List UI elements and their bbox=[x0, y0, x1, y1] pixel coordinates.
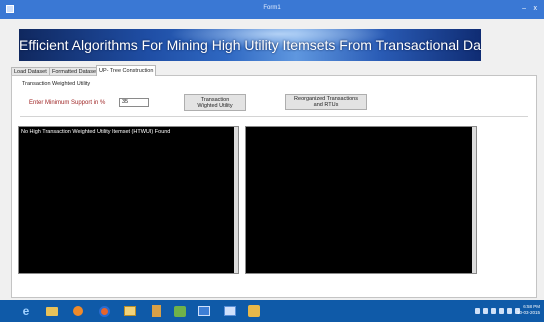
app-icon[interactable] bbox=[246, 303, 262, 319]
tab-up-tree-construction[interactable]: UP- Tree Construction bbox=[96, 65, 157, 76]
tab-formatted-dataset[interactable]: Formatted Dataset bbox=[49, 67, 101, 75]
left-output-text: No High Transaction Weighted Utility Ite… bbox=[21, 129, 171, 135]
min-support-input[interactable]: 35 bbox=[119, 98, 149, 107]
transaction-weighted-utility-button[interactable]: Transaction Wighted Utility bbox=[184, 94, 246, 111]
app-icon[interactable] bbox=[148, 303, 164, 319]
tray-icon[interactable] bbox=[491, 308, 496, 314]
tab-panel: Transaction Weighted Utility Enter Minim… bbox=[11, 75, 537, 298]
app-icon[interactable] bbox=[222, 303, 238, 319]
ie-icon[interactable]: e bbox=[18, 303, 34, 319]
tray-icon[interactable] bbox=[507, 308, 512, 314]
app-icon[interactable] bbox=[172, 303, 188, 319]
reorganized-transactions-button[interactable]: Reorganized Transactions and RTUs bbox=[285, 94, 367, 110]
app-icon[interactable] bbox=[196, 303, 212, 319]
tray-icon[interactable] bbox=[483, 308, 488, 314]
section-title: Transaction Weighted Utility bbox=[22, 81, 91, 87]
right-output-textbox[interactable] bbox=[245, 126, 477, 274]
explorer-icon[interactable] bbox=[122, 303, 138, 319]
media-icon[interactable] bbox=[70, 303, 86, 319]
title-bar: Form1 – x bbox=[0, 0, 544, 19]
reorganized-transactions-button-label: Reorganized Transactions and RTUs bbox=[294, 96, 358, 108]
banner: Efficient Algorithms For Mining High Uti… bbox=[19, 29, 481, 61]
clock-date: 10-03-2015 bbox=[516, 310, 540, 315]
minimize-button[interactable]: – bbox=[522, 5, 526, 12]
tray-icon[interactable] bbox=[475, 308, 480, 314]
clock[interactable]: 6:58 PM 10-03-2015 bbox=[517, 304, 540, 316]
window-client: Efficient Algorithms For Mining High Uti… bbox=[0, 19, 544, 300]
min-support-label: Enter Minimum Support in % bbox=[29, 100, 106, 106]
left-output-textbox[interactable]: No High Transaction Weighted Utility Ite… bbox=[18, 126, 239, 274]
close-button[interactable]: x bbox=[534, 5, 538, 12]
banner-title: Efficient Algorithms For Mining High Uti… bbox=[19, 37, 481, 53]
divider bbox=[20, 116, 528, 117]
taskbar: e 6:58 PM 10-03-2015 bbox=[0, 300, 544, 322]
system-tray bbox=[475, 307, 520, 315]
firefox-icon[interactable] bbox=[96, 303, 112, 319]
right-scrollbar[interactable] bbox=[472, 127, 476, 273]
tab-load-dataset[interactable]: Load Dataset bbox=[11, 67, 50, 75]
tray-icon[interactable] bbox=[499, 308, 504, 314]
transaction-weighted-utility-button-label: Transaction Wighted Utility bbox=[197, 96, 233, 109]
window-title: Form1 bbox=[263, 5, 281, 11]
folder-icon[interactable] bbox=[44, 303, 60, 319]
left-scrollbar[interactable] bbox=[234, 127, 238, 273]
